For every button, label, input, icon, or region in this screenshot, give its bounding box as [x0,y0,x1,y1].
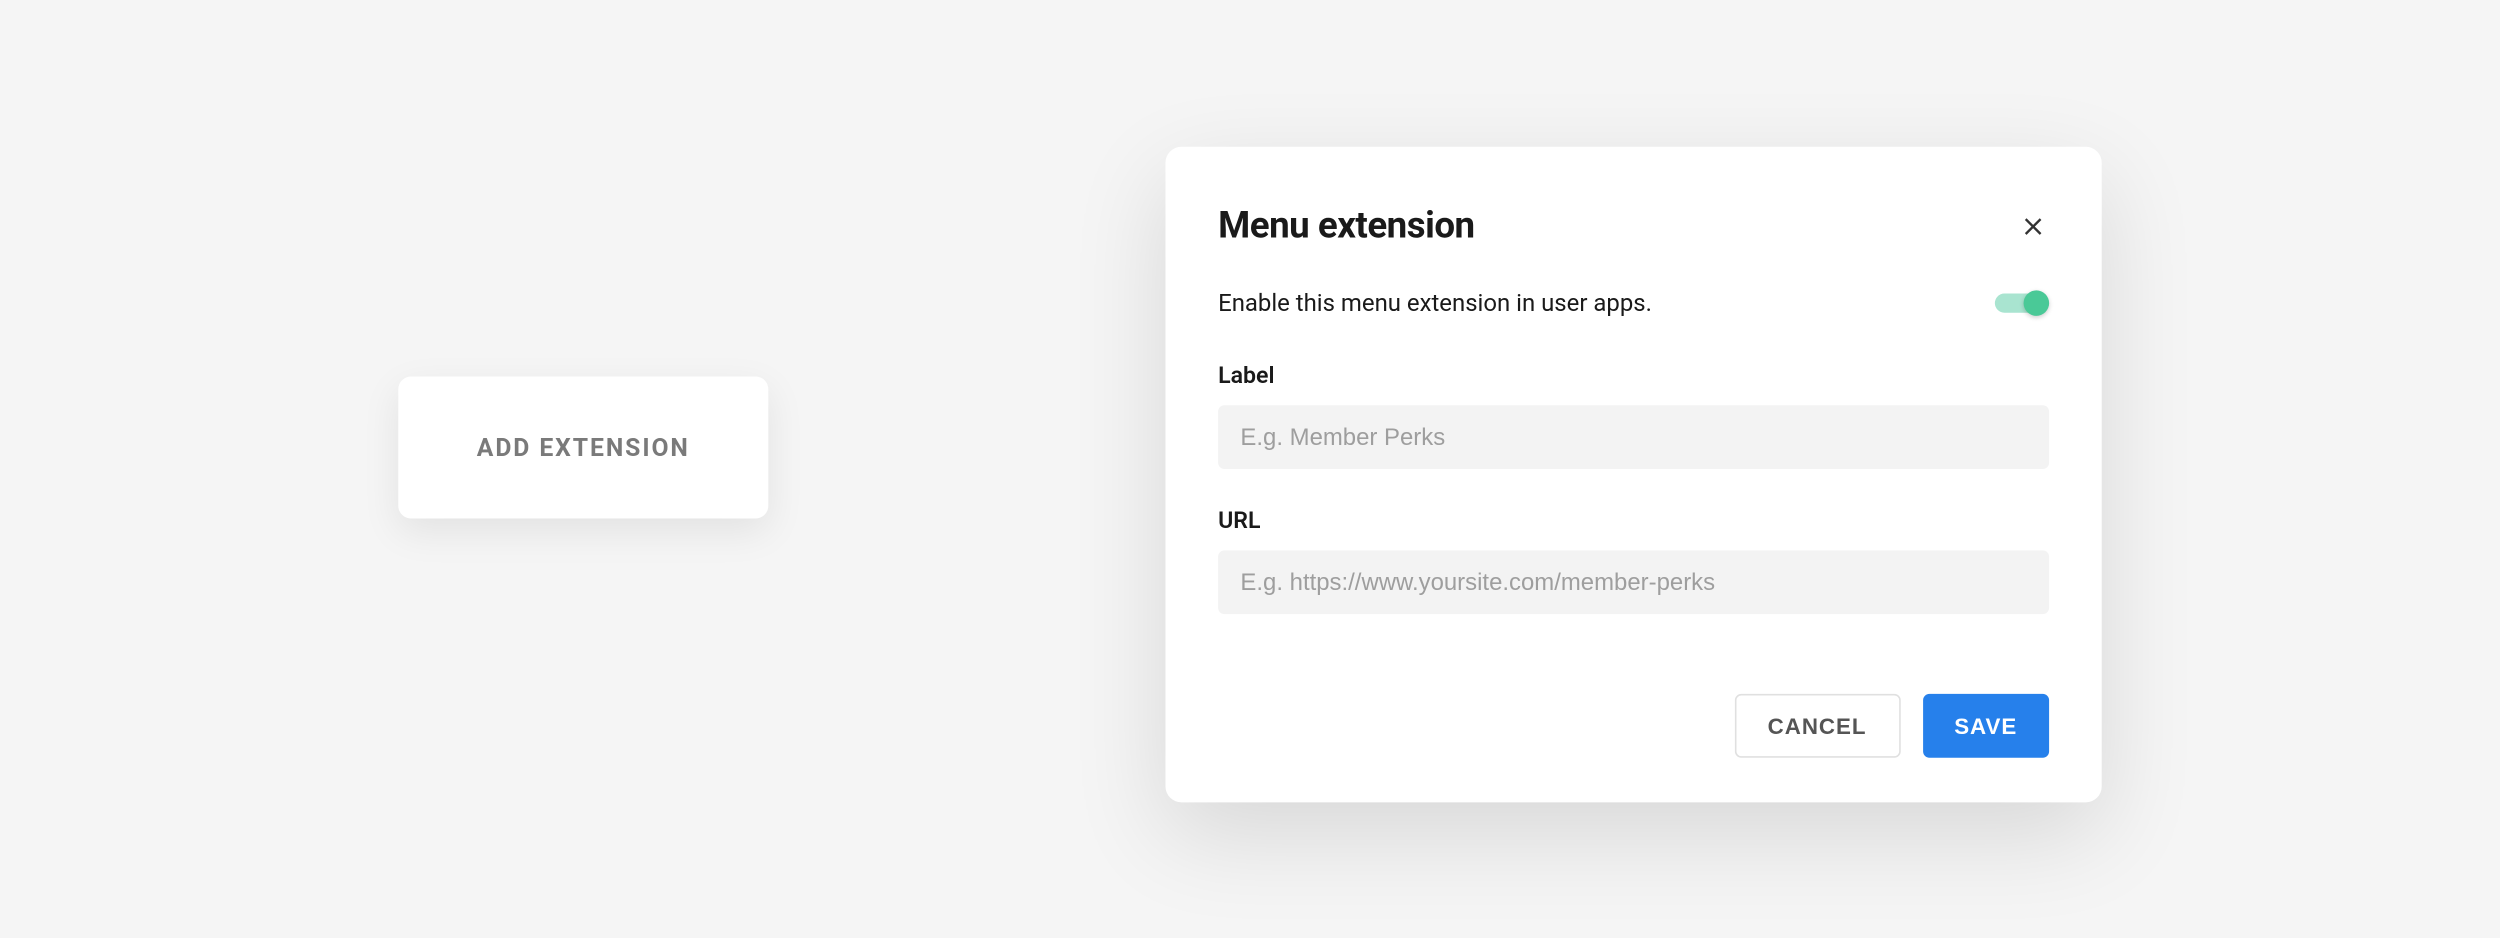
url-field-label: URL [1218,507,2049,534]
add-extension-label: ADD EXTENSION [477,433,690,462]
url-input[interactable] [1218,550,2049,614]
enable-toggle[interactable] [1995,290,2049,316]
modal-actions: CANCEL SAVE [1218,694,2049,758]
label-input[interactable] [1218,405,2049,469]
cancel-button[interactable]: CANCEL [1734,694,1900,758]
label-field-label: Label [1218,362,2049,389]
enable-description: Enable this menu extension in user apps. [1218,289,1652,318]
close-button[interactable] [2017,210,2049,242]
toggle-thumb [2024,290,2050,316]
enable-row: Enable this menu extension in user apps. [1218,289,2049,318]
modal-title: Menu extension [1218,204,1475,247]
label-form-group: Label [1218,362,2049,469]
close-icon [2020,213,2046,239]
url-form-group: URL [1218,507,2049,614]
add-extension-button[interactable]: ADD EXTENSION [398,376,768,518]
menu-extension-modal: Menu extension Enable this menu extensio… [1165,147,2101,803]
save-button[interactable]: SAVE [1922,694,2049,758]
modal-header: Menu extension [1218,204,2049,247]
